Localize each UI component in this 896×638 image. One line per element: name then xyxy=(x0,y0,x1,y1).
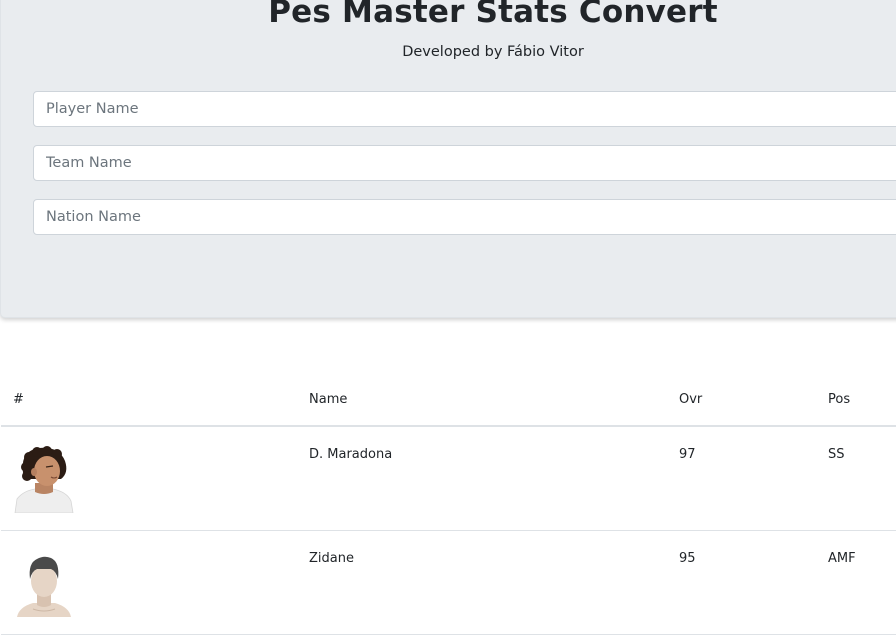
player-name-cell: Zidane xyxy=(297,530,667,635)
page-subtitle: Developed by Fábio Vitor xyxy=(402,44,584,60)
player-photo xyxy=(13,445,75,513)
column-header-pos: Pos xyxy=(816,376,896,427)
player-pos-cell: SS xyxy=(816,426,896,531)
player-ovr-cell: 97 xyxy=(667,426,816,531)
default-avatar-icon xyxy=(13,548,75,617)
table-header-row: # Name Ovr Pos xyxy=(1,376,896,427)
player-name-input[interactable] xyxy=(33,91,896,127)
column-header-ovr: Ovr xyxy=(667,376,816,427)
player-ovr-cell: 95 xyxy=(667,530,816,635)
column-header-name: Name xyxy=(297,376,667,427)
players-table: # Name Ovr Pos D. Maradona 97 SS Zidane … xyxy=(1,376,896,635)
player-photo-cell xyxy=(1,426,297,531)
column-header-index: # xyxy=(1,376,297,427)
player-photo-cell xyxy=(1,530,297,635)
team-name-input[interactable] xyxy=(33,145,896,181)
player-name-cell: D. Maradona xyxy=(297,426,667,531)
player-pos-cell: AMF xyxy=(816,530,896,635)
table-row[interactable]: D. Maradona 97 SS xyxy=(1,426,896,531)
table-row[interactable]: Zidane 95 AMF xyxy=(1,530,896,635)
nation-name-input[interactable] xyxy=(33,199,896,235)
page-title: Pes Master Stats Convert xyxy=(268,0,718,30)
